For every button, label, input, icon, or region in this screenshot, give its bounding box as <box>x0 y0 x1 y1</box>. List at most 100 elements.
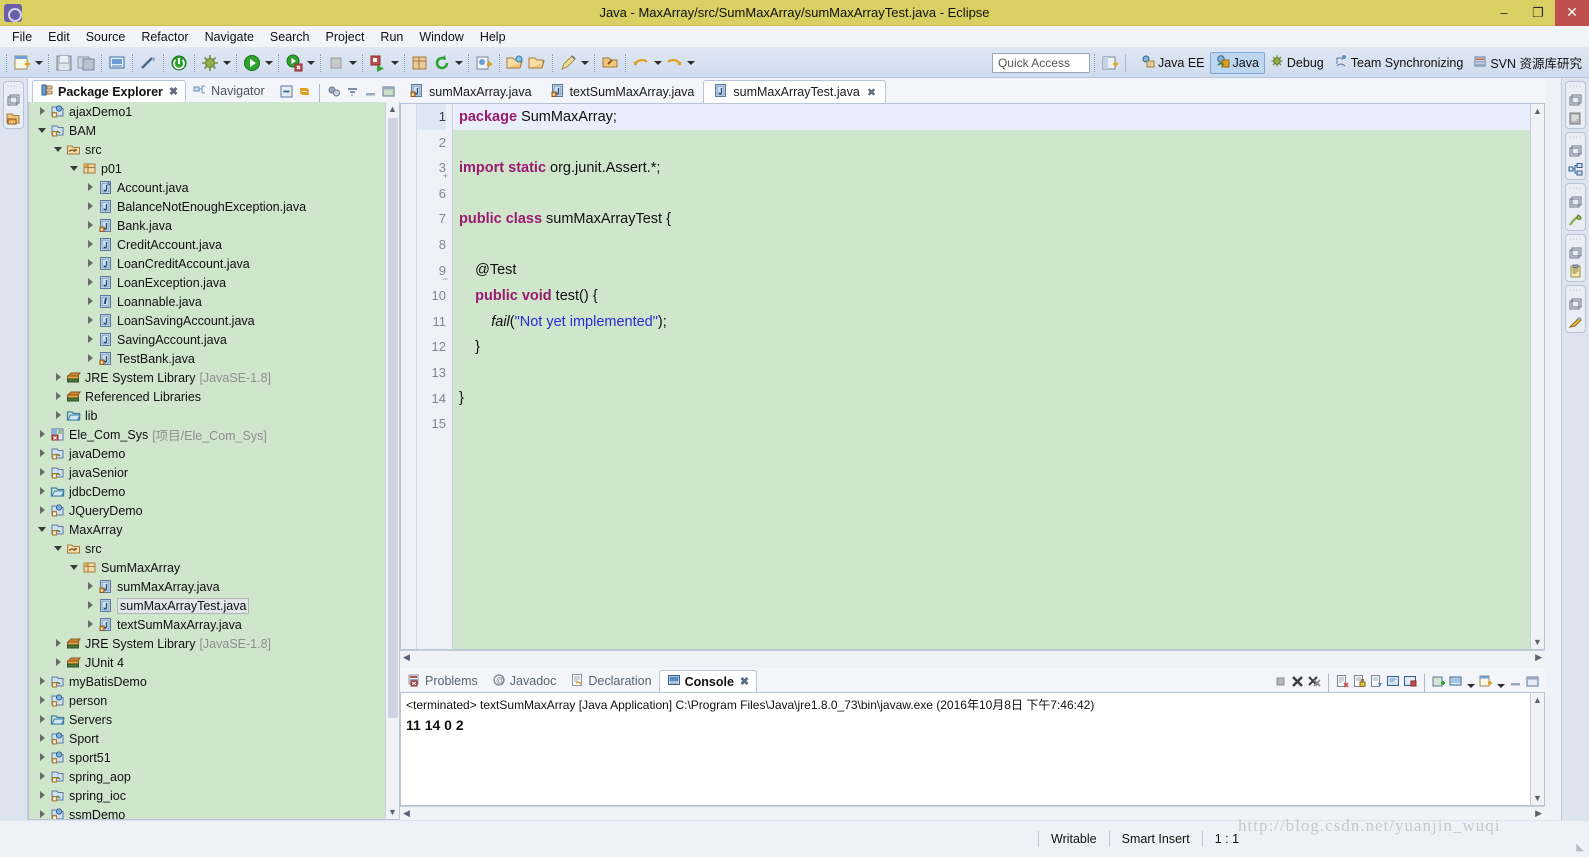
editor-tab-summaxarraytest[interactable]: sumMaxArrayTest.java ✖ <box>703 80 887 103</box>
annotation-icon[interactable] <box>558 53 578 73</box>
tree-item[interactable]: LoanSavingAccount.java <box>29 311 385 330</box>
code-line[interactable] <box>453 130 1544 156</box>
scroll-left-arrow[interactable]: ◀ <box>403 652 410 663</box>
open-perspective-icon[interactable] <box>1100 53 1120 73</box>
restore-view-icon[interactable] <box>1568 195 1583 210</box>
code-editor[interactable]: 1 2 3 +6 7 8 9−10 11 12 13 14 15 package SumMaxArra… <box>400 103 1545 650</box>
new-wizard-icon[interactable] <box>12 53 32 73</box>
console-output-area[interactable]: <terminated> textSumMaxArray [Java Appli… <box>400 692 1545 806</box>
menu-item-help[interactable]: Help <box>472 28 514 46</box>
menu-item-source[interactable]: Source <box>78 28 134 46</box>
external-tools-dropdown-arrow[interactable] <box>305 53 316 73</box>
collapse-all-icon[interactable] <box>279 84 294 102</box>
new-java-class-icon[interactable] <box>474 53 494 73</box>
tree-item[interactable]: ajaxDemo1 <box>29 102 385 121</box>
twisty-collapsed-icon[interactable] <box>85 334 96 345</box>
tree-item[interactable]: MaxArray <box>29 520 385 539</box>
twisty-collapsed-icon[interactable] <box>85 182 96 193</box>
tab-package-explorer[interactable]: Package Explorer ✖ <box>32 80 187 102</box>
open-type-icon[interactable] <box>505 53 525 73</box>
new-package-icon[interactable] <box>410 53 430 73</box>
editor-tab-textsummaxarray[interactable]: textSumMaxArray.java <box>541 80 704 103</box>
tree-item[interactable]: BAM <box>29 121 385 140</box>
tree-item[interactable]: Sport <box>29 729 385 748</box>
scroll-up-arrow[interactable]: ▲ <box>1531 693 1544 707</box>
tree-item[interactable]: lib <box>29 406 385 425</box>
editor-horizontal-scrollbar[interactable]: ◀ ▶ <box>400 650 1545 664</box>
scroll-lock-icon[interactable] <box>1352 674 1367 692</box>
tree-item[interactable]: sumMaxArrayTest.java <box>29 596 385 615</box>
tree-item[interactable]: p01 <box>29 159 385 178</box>
twisty-collapsed-icon[interactable] <box>85 600 96 611</box>
view-menu-icon[interactable] <box>345 84 360 102</box>
scroll-right-arrow[interactable]: ▶ <box>1535 808 1542 819</box>
scroll-down-arrow[interactable]: ▼ <box>1531 791 1544 805</box>
close-icon[interactable]: ✖ <box>169 85 178 98</box>
pin-view-icon[interactable] <box>1448 674 1463 692</box>
print-icon[interactable] <box>107 53 127 73</box>
restore-view-icon[interactable] <box>1568 297 1583 312</box>
close-button[interactable]: ✕ <box>1555 0 1589 26</box>
tree-item[interactable]: Ele_Com_Sys [项目/Ele_Com_Sys] <box>29 425 385 444</box>
console-dropdown-arrow[interactable] <box>1465 676 1476 691</box>
perspective-java-ee[interactable]: Java EE <box>1136 52 1210 74</box>
minimize-view-icon[interactable] <box>363 84 378 102</box>
tree-item[interactable]: ssmDemo <box>29 805 385 819</box>
fastview-group[interactable]: ···· <box>1565 234 1586 282</box>
tree-item[interactable]: javaSenior <box>29 463 385 482</box>
code-line[interactable]: public void test() { <box>453 283 1544 309</box>
tree-item[interactable]: Bank.java <box>29 216 385 235</box>
perspective-java[interactable]: Java <box>1209 51 1265 74</box>
twisty-expanded-icon[interactable] <box>53 543 64 554</box>
resize-grip[interactable]: ◣ <box>1576 842 1584 853</box>
tree-item[interactable]: src <box>29 140 385 159</box>
code-line[interactable]: } <box>453 334 1544 360</box>
code-line[interactable]: fail("Not yet implemented"); <box>453 309 1544 335</box>
back-icon[interactable] <box>631 53 651 73</box>
twisty-collapsed-icon[interactable] <box>37 467 48 478</box>
code-line[interactable]: } <box>453 386 1544 412</box>
scroll-up-arrow[interactable]: ▲ <box>386 102 399 116</box>
drag-handle-dots[interactable]: ···· <box>1569 185 1582 192</box>
restore-view-icon[interactable] <box>1568 93 1583 108</box>
task-list-view-icon[interactable] <box>1568 264 1583 279</box>
tree-item[interactable]: person <box>29 691 385 710</box>
code-line[interactable] <box>453 232 1544 258</box>
tree-item[interactable]: spring_ioc <box>29 786 385 805</box>
twisty-collapsed-icon[interactable] <box>37 809 48 819</box>
restore-view-icon[interactable] <box>6 93 21 108</box>
terminate-icon[interactable] <box>326 53 346 73</box>
tree-item[interactable]: Servers <box>29 710 385 729</box>
twisty-collapsed-icon[interactable] <box>37 771 48 782</box>
twisty-collapsed-icon[interactable] <box>85 315 96 326</box>
last-edit-location-icon[interactable] <box>600 53 620 73</box>
tree-item[interactable]: CreditAccount.java <box>29 235 385 254</box>
close-icon[interactable]: ✖ <box>867 86 876 99</box>
code-line[interactable] <box>453 181 1544 207</box>
drag-handle-dots[interactable]: ···· <box>7 83 20 90</box>
console-menu-arrow[interactable] <box>1495 676 1506 691</box>
twisty-collapsed-icon[interactable] <box>37 676 48 687</box>
terminate-icon[interactable] <box>1273 674 1288 692</box>
twisty-collapsed-icon[interactable] <box>53 391 64 402</box>
refresh-dropdown-arrow[interactable] <box>453 53 464 73</box>
forward-dropdown-arrow[interactable] <box>685 53 696 73</box>
fastview-group[interactable]: ···· <box>1565 81 1586 129</box>
scroll-right-arrow[interactable]: ▶ <box>1535 652 1542 663</box>
tree-item[interactable]: BalanceNotEnoughException.java <box>29 197 385 216</box>
terminate-dropdown-arrow[interactable] <box>347 53 358 73</box>
tree-item[interactable]: SavingAccount.java <box>29 330 385 349</box>
tree-item[interactable]: sport51 <box>29 748 385 767</box>
menu-item-edit[interactable]: Edit <box>40 28 78 46</box>
twisty-collapsed-icon[interactable] <box>37 790 48 801</box>
menu-item-navigate[interactable]: Navigate <box>197 28 262 46</box>
twisty-collapsed-icon[interactable] <box>85 220 96 231</box>
twisty-collapsed-icon[interactable] <box>37 505 48 516</box>
clear-console-icon[interactable] <box>1335 674 1350 692</box>
restore-view-icon[interactable] <box>1568 144 1583 159</box>
remove-all-launches-icon[interactable] <box>1307 674 1322 692</box>
tree-item[interactable]: JRE System Library [JavaSE-1.8] <box>29 368 385 387</box>
display-selected-console-icon[interactable] <box>1386 674 1401 692</box>
drag-handle-dots[interactable]: ···· <box>1569 287 1582 294</box>
fastview-group[interactable]: ···· <box>1565 132 1586 180</box>
